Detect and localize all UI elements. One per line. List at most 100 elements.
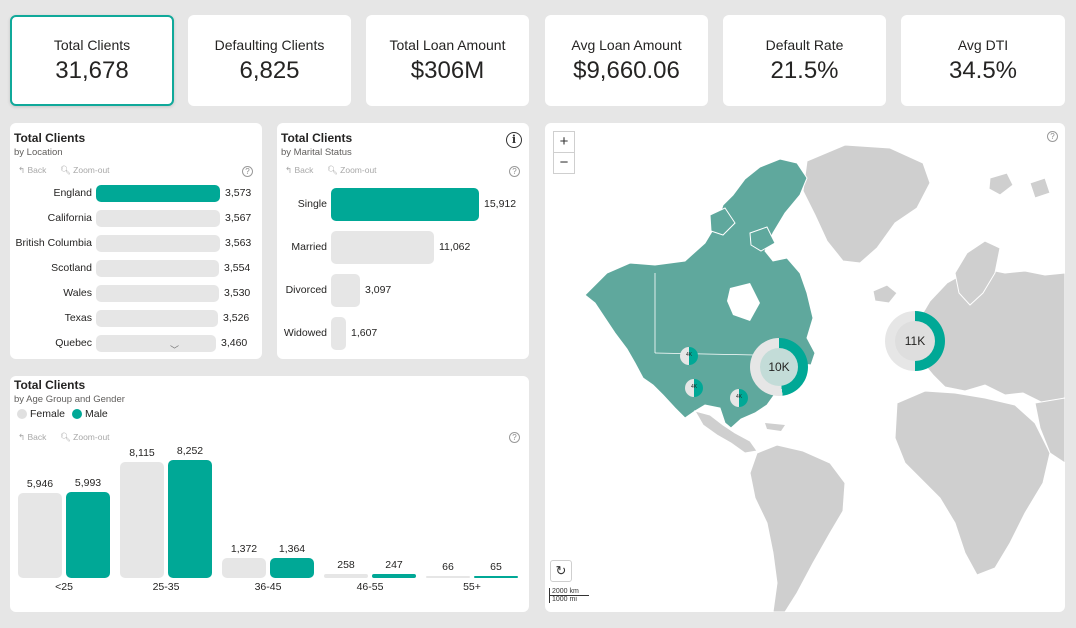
location-row-label: England — [53, 187, 92, 199]
marital-row-value: 1,607 — [351, 327, 378, 339]
help-icon[interactable]: ? — [509, 432, 520, 443]
back-label: Back — [294, 165, 314, 175]
age-male-value: 5,993 — [74, 477, 102, 489]
bubble-texas[interactable]: 4K — [730, 389, 748, 407]
zoom-out-button[interactable]: 🔍︎ Zoom-out — [60, 432, 110, 443]
map-zoom-out-button[interactable]: − — [553, 152, 575, 174]
map-reset-button[interactable]: ↻ — [550, 560, 572, 582]
age-male-column[interactable] — [372, 574, 416, 578]
scale-km: 2000 km — [549, 588, 589, 596]
location-bar[interactable] — [96, 235, 220, 252]
age-group-label: 36-45 — [254, 581, 282, 593]
age-group-label: <25 — [55, 581, 73, 593]
marital-row-value: 11,062 — [439, 241, 471, 253]
scroll-down-icon[interactable]: ﹀ — [170, 343, 179, 356]
location-chart-title: Total Clients — [14, 131, 86, 145]
arctic-island-shape — [988, 172, 1014, 196]
africa-shape — [894, 390, 1051, 576]
info-icon[interactable]: i — [506, 132, 522, 148]
age-chart-subtitle: by Age Group and Gender — [14, 394, 125, 405]
location-bar[interactable] — [96, 285, 219, 302]
marital-row-value: 3,097 — [365, 284, 392, 296]
arctic-island-shape — [1029, 177, 1051, 199]
kpi-total-loan-amount[interactable]: Total Loan Amount $306M — [366, 15, 529, 106]
map-zoom-in-button[interactable]: + — [553, 131, 575, 153]
bubble-north-america[interactable]: 10K — [750, 338, 808, 396]
age-female-column[interactable] — [18, 493, 62, 578]
help-icon[interactable]: ? — [1047, 131, 1058, 142]
legend-male-label[interactable]: Male — [85, 408, 108, 420]
kpi-avg-dti[interactable]: Avg DTI 34.5% — [901, 15, 1065, 106]
kpi-label: Avg DTI — [957, 37, 1009, 53]
location-bar[interactable] — [96, 185, 220, 202]
marital-row-value: 15,912 — [484, 198, 517, 210]
legend-female-label[interactable]: Female — [30, 408, 65, 420]
iceland-shape — [872, 284, 898, 304]
bubble-label: 4K — [735, 394, 743, 400]
kpi-default-rate[interactable]: Default Rate 21.5% — [723, 15, 886, 106]
kpi-value: 6,825 — [239, 57, 300, 84]
marital-chart-card: Total Clients by Marital Status i ↰ Back… — [277, 123, 529, 359]
location-row-label: British Columbia — [15, 237, 92, 249]
age-female-column[interactable] — [222, 558, 266, 578]
age-female-value: 1,372 — [230, 543, 258, 555]
age-male-column[interactable] — [474, 576, 518, 578]
location-row-value: 3,526 — [223, 312, 250, 324]
kpi-defaulting-clients[interactable]: Defaulting Clients 6,825 — [188, 15, 351, 106]
age-female-value: 5,946 — [26, 478, 54, 490]
help-icon[interactable]: ? — [242, 166, 253, 177]
location-row-value: 3,567 — [225, 212, 252, 224]
location-bar[interactable] — [96, 210, 220, 227]
age-male-column[interactable] — [66, 492, 110, 578]
scale-mi: 1000 mi — [549, 596, 589, 603]
back-label: Back — [27, 432, 47, 442]
legend-female-marker — [17, 409, 27, 419]
age-group-label: 46-55 — [356, 581, 384, 593]
back-button[interactable]: ↰ Back — [18, 432, 46, 443]
zoom-out-button[interactable]: 🔍︎ Zoom-out — [327, 165, 377, 176]
marital-bar[interactable] — [331, 274, 360, 307]
age-male-value: 65 — [490, 561, 502, 573]
kpi-label: Defaulting Clients — [214, 37, 325, 53]
bubble-california[interactable]: 4K — [685, 379, 703, 397]
age-female-column[interactable] — [426, 576, 470, 578]
marital-row-label: Married — [291, 241, 327, 253]
location-chart-subtitle: by Location — [14, 147, 63, 158]
location-bar[interactable] — [96, 310, 218, 327]
age-male-column[interactable] — [168, 460, 212, 578]
bubble-europe[interactable]: 11K — [885, 311, 945, 371]
kpi-total-clients[interactable]: Total Clients 31,678 — [10, 15, 174, 106]
back-button[interactable]: ↰ Back — [18, 165, 46, 176]
kpi-value: $9,660.06 — [573, 57, 680, 84]
legend-male-marker — [72, 409, 82, 419]
age-female-column[interactable] — [324, 574, 368, 578]
kpi-avg-loan-amount[interactable]: Avg Loan Amount $9,660.06 — [545, 15, 708, 106]
kpi-label: Total Loan Amount — [389, 37, 506, 53]
bubble-british-columbia[interactable]: 4K — [680, 347, 698, 365]
location-row-value: 3,554 — [224, 262, 251, 274]
kpi-label: Avg Loan Amount — [571, 37, 682, 53]
age-chart-card: Total Clients by Age Group and Gender Fe… — [10, 376, 529, 612]
age-male-column[interactable] — [270, 558, 314, 578]
bubble-label: 10K — [768, 360, 790, 374]
location-bar[interactable] — [96, 260, 219, 277]
marital-bar[interactable] — [331, 317, 346, 350]
location-row-value: 3,530 — [224, 287, 251, 299]
age-female-value: 8,115 — [129, 447, 155, 459]
marital-bar[interactable] — [331, 188, 479, 221]
caribbean-shape — [765, 423, 785, 431]
location-bar[interactable] — [96, 335, 216, 352]
kpi-value: 34.5% — [948, 57, 1018, 84]
marital-row-label: Single — [297, 198, 327, 210]
age-female-column[interactable] — [120, 462, 164, 578]
back-button[interactable]: ↰ Back — [285, 165, 313, 176]
help-icon[interactable]: ? — [509, 166, 520, 177]
marital-bar[interactable] — [331, 231, 434, 264]
zoom-out-button[interactable]: 🔍︎ Zoom-out — [60, 165, 110, 176]
marital-row-label: Widowed — [283, 327, 327, 339]
bubble-label: 4K — [690, 384, 698, 390]
location-chart-card: Total Clients by Location ↰ Back 🔍︎ Zoom… — [10, 123, 262, 359]
kpi-label: Default Rate — [765, 37, 844, 53]
age-male-value: 1,364 — [278, 543, 306, 555]
back-label: Back — [27, 165, 47, 175]
